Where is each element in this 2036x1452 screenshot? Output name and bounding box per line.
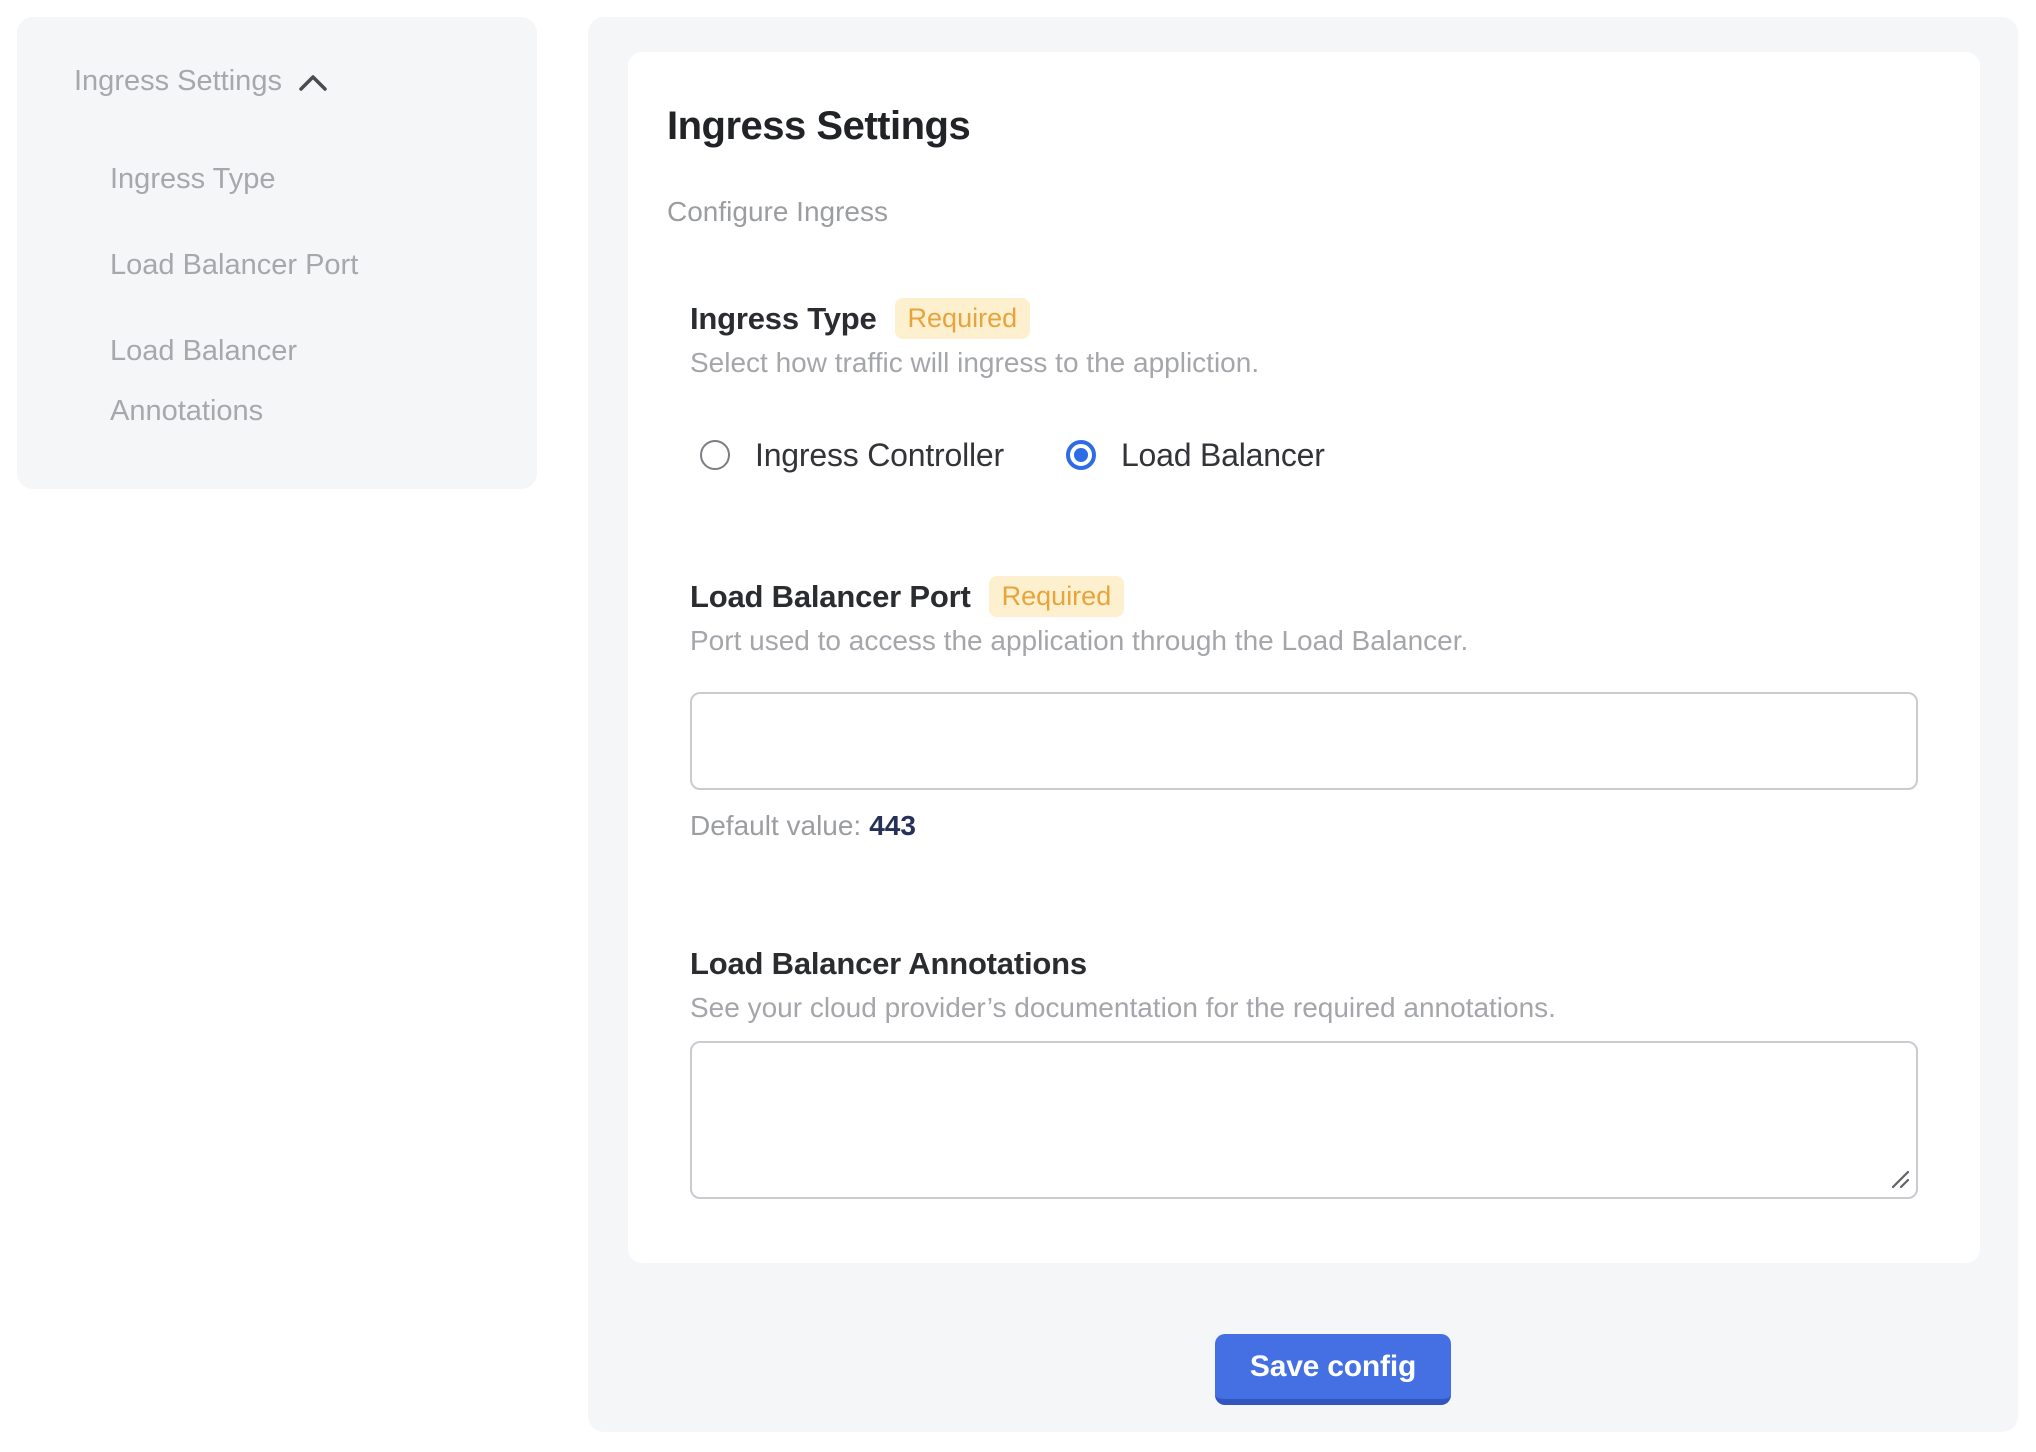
radio-unchecked-icon [700, 440, 730, 470]
ingress-type-description: Select how traffic will ingress to the a… [690, 344, 1918, 382]
radio-label: Load Balancer [1121, 436, 1325, 474]
sidebar-item-ingress-type[interactable]: Ingress Type [110, 149, 440, 209]
load-balancer-annotations-textarea[interactable] [690, 1041, 1918, 1199]
settings-sidebar: Ingress Settings Ingress Type Load Balan… [17, 17, 537, 489]
section-load-balancer-port: Load Balancer Port Required Port used to… [690, 576, 1918, 844]
load-balancer-annotations-label: Load Balancer Annotations [690, 944, 1087, 984]
radio-checked-icon [1066, 440, 1096, 470]
sidebar-item-list: Ingress Type Load Balancer Port Load Bal… [110, 149, 497, 441]
default-value-line: Default value: 443 [690, 808, 1918, 844]
section-load-balancer-annotations: Load Balancer Annotations See your cloud… [690, 944, 1918, 1199]
load-balancer-port-input[interactable] [690, 692, 1918, 790]
required-badge: Required [895, 298, 1031, 339]
default-value: 443 [869, 810, 916, 841]
page-subtitle: Configure Ingress [667, 194, 1918, 230]
ingress-type-radio-group: Ingress Controller Load Balancer [700, 436, 1918, 474]
resize-handle-icon[interactable] [1889, 1168, 1911, 1190]
page-title: Ingress Settings [667, 102, 1918, 150]
sidebar-group-label: Ingress Settings [74, 63, 282, 99]
load-balancer-port-description: Port used to access the application thro… [690, 622, 1918, 660]
ingress-settings-card: Ingress Settings Configure Ingress Ingre… [628, 52, 1980, 1263]
load-balancer-annotations-description: See your cloud provider’s documentation … [690, 989, 1918, 1027]
default-value-label: Default value: [690, 810, 861, 841]
settings-panel: Ingress Settings Configure Ingress Ingre… [588, 17, 2018, 1432]
radio-option-load-balancer[interactable]: Load Balancer [1066, 436, 1325, 474]
section-ingress-type: Ingress Type Required Select how traffic… [690, 298, 1918, 474]
sidebar-group-ingress-settings[interactable]: Ingress Settings [74, 63, 497, 99]
annotations-textarea-wrap [690, 1041, 1918, 1199]
sidebar-item-load-balancer-port[interactable]: Load Balancer Port [110, 235, 440, 295]
radio-option-ingress-controller[interactable]: Ingress Controller [700, 436, 1004, 474]
form-sections: Ingress Type Required Select how traffic… [690, 298, 1918, 1199]
ingress-type-label: Ingress Type [690, 299, 877, 339]
load-balancer-port-label: Load Balancer Port [690, 577, 971, 617]
save-config-button[interactable]: Save config [1215, 1334, 1451, 1405]
chevron-up-icon [298, 74, 328, 92]
radio-label: Ingress Controller [755, 436, 1004, 474]
sidebar-item-load-balancer-annotations[interactable]: Load Balancer Annotations [110, 321, 440, 441]
required-badge: Required [989, 576, 1125, 617]
